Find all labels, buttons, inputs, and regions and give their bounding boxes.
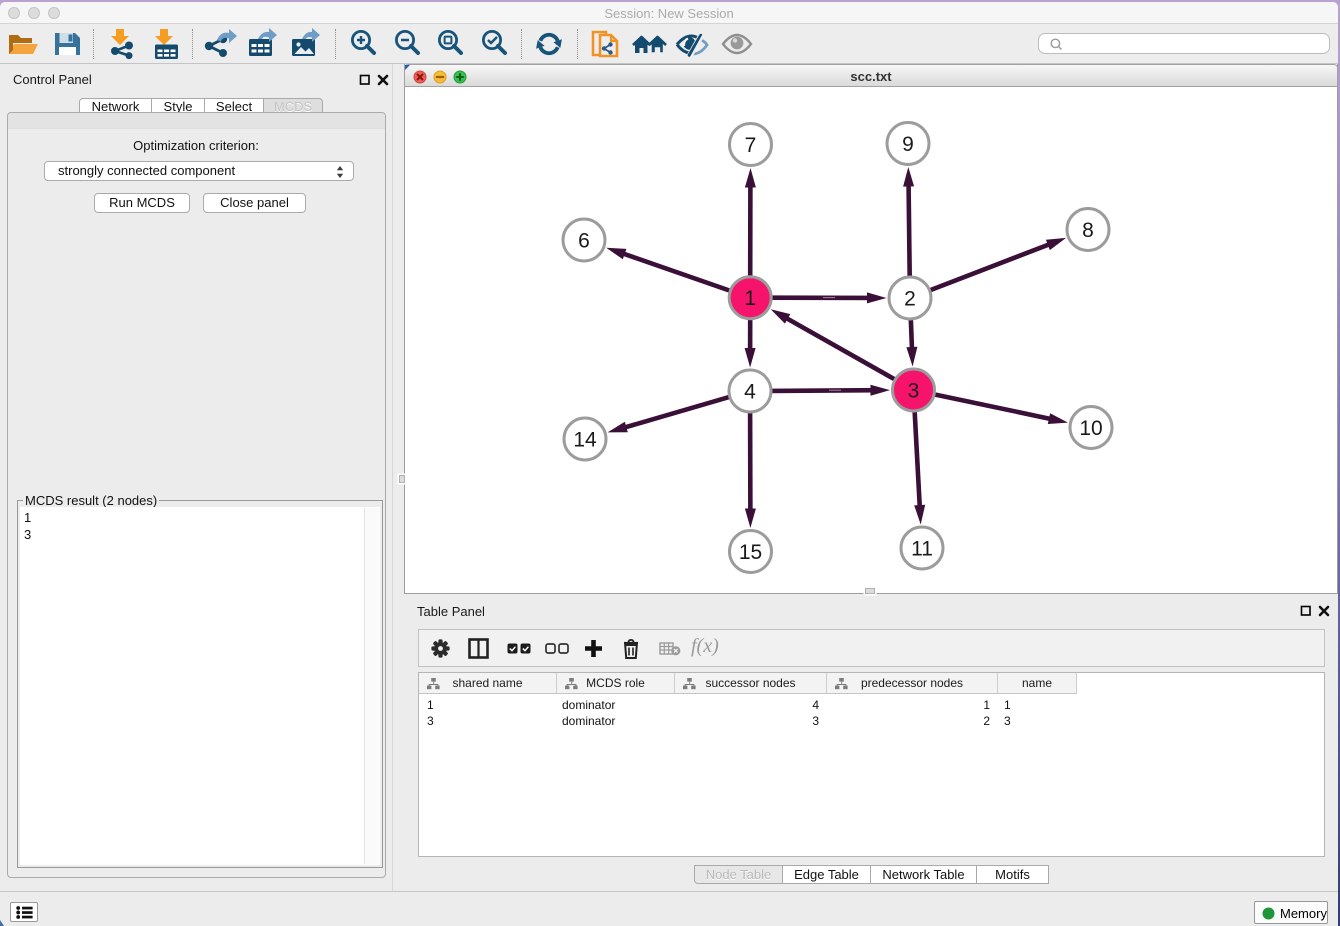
- svg-text:7: 7: [745, 134, 757, 157]
- svg-text:9: 9: [902, 133, 914, 156]
- svg-text:14: 14: [573, 429, 597, 452]
- svg-text:6: 6: [578, 230, 590, 253]
- svg-text:15: 15: [739, 541, 762, 564]
- svg-text:1: 1: [744, 287, 756, 310]
- svg-text:4: 4: [744, 381, 756, 404]
- svg-text:11: 11: [911, 538, 933, 561]
- svg-text:3: 3: [908, 380, 920, 403]
- svg-text:8: 8: [1082, 219, 1094, 242]
- svg-text:10: 10: [1079, 417, 1102, 440]
- svg-text:2: 2: [904, 288, 916, 311]
